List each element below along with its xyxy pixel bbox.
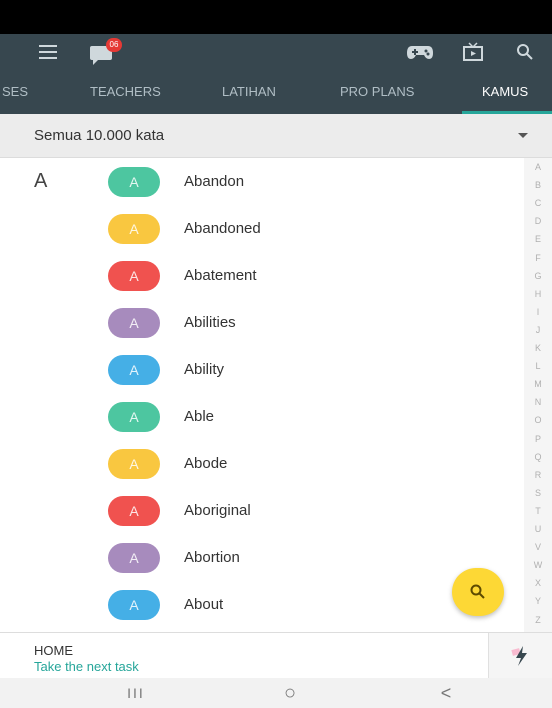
word-label: Abilities [184,314,236,331]
tab-pro-plans[interactable]: PRO PLANS [340,70,414,114]
tab-kamus[interactable]: KAMUS [482,70,528,114]
alphabet-index-letter[interactable]: R [524,470,552,480]
recents-button[interactable]: III [118,682,154,704]
word-list: A Abandon A Abandoned A Abatement A Abil… [0,158,520,632]
alphabet-index-letter[interactable]: Z [524,615,552,625]
alphabet-index-letter[interactable]: L [524,361,552,371]
word-label: Abatement [184,267,257,284]
system-navigation-bar: III ○ < [0,678,552,708]
search-icon[interactable] [510,40,540,64]
alphabet-index-letter[interactable]: C [524,198,552,208]
list-item[interactable]: A Ability [0,346,520,393]
alphabet-index-letter[interactable]: E [524,234,552,244]
alphabet-index-letter[interactable]: D [524,216,552,226]
menu-icon[interactable] [30,40,66,64]
word-label: Aboriginal [184,502,251,519]
alphabet-index-letter[interactable]: U [524,524,552,534]
word-label: Abortion [184,549,240,566]
gamepad-icon[interactable] [400,40,440,64]
list-item[interactable]: A Abandoned [0,205,520,252]
avatar: A [108,261,160,291]
list-item[interactable]: A Abatement [0,252,520,299]
app-bar: 06 [0,34,552,70]
alphabet-index-letter[interactable]: M [524,379,552,389]
tab-courses[interactable]: SES [2,70,28,114]
avatar: A [108,355,160,385]
word-label: About [184,596,224,613]
word-label: Abode [184,455,228,472]
tv-icon[interactable] [458,40,488,64]
notification-badge: 06 [106,38,122,52]
list-item[interactable]: A Abilities [0,299,520,346]
list-item[interactable]: A Able [0,393,520,440]
alphabet-index-letter[interactable]: W [524,560,552,570]
back-button[interactable]: < [428,682,464,704]
alphabet-index-letter[interactable]: P [524,434,552,444]
avatar: A [108,214,160,244]
alphabet-index-letter[interactable]: A [524,162,552,172]
alphabet-index-letter[interactable]: J [524,325,552,335]
alphabet-index-scrollbar[interactable]: ABCDEFGHIJKLMNOPQRSTUVWXYZ [524,158,552,632]
lightning-bolt-icon [510,646,527,666]
alphabet-index-letter[interactable]: F [524,253,552,263]
chevron-down-icon [518,133,528,138]
word-filter-dropdown[interactable]: Semua 10.000 kata [0,114,552,158]
alphabet-index-letter[interactable]: Y [524,596,552,606]
alphabet-index-letter[interactable]: Q [524,452,552,462]
alphabet-index-letter[interactable]: I [524,307,552,317]
avatar: A [108,167,160,197]
avatar: A [108,308,160,338]
alphabet-index-letter[interactable]: T [524,506,552,516]
alphabet-index-letter[interactable]: S [524,488,552,498]
tab-latihan[interactable]: LATIHAN [222,70,276,114]
word-label: Ability [184,361,225,378]
word-label: Abandon [184,173,245,190]
avatar: A [108,543,160,573]
alphabet-index-letter[interactable]: V [524,542,552,552]
list-item[interactable]: A Aboriginal [0,487,520,534]
next-task-link[interactable]: Take the next task [34,659,139,674]
search-fab-button[interactable] [452,568,504,616]
lightning-bolt-button[interactable] [488,633,552,679]
list-item[interactable]: A Abortion [0,534,520,581]
status-bar [0,0,552,34]
filter-selected-value: Semua 10.000 kata [34,127,165,144]
word-label: Abandoned [184,220,261,237]
alphabet-index-letter[interactable]: B [524,180,552,190]
alphabet-index-letter[interactable]: O [524,415,552,425]
list-item[interactable]: A Abandon [0,158,520,205]
search-icon [470,584,485,599]
list-item[interactable]: A Abode [0,440,520,487]
chat-icon[interactable]: 06 [86,38,126,68]
alphabet-index-letter[interactable]: N [524,397,552,407]
home-label: HOME [34,643,73,658]
alphabet-index-letter[interactable]: K [524,343,552,353]
alphabet-index-letter[interactable]: X [524,578,552,588]
bottom-task-bar: HOME Take the next task [0,632,552,679]
tab-teachers[interactable]: TEACHERS [90,70,161,114]
list-item[interactable]: A About [0,581,520,628]
alphabet-index-letter[interactable]: H [524,289,552,299]
word-label: Able [184,408,215,425]
avatar: A [108,590,160,620]
avatar: A [108,449,160,479]
avatar: A [108,496,160,526]
tab-bar: SES TEACHERS LATIHAN PRO PLANS KAMUS [0,70,552,114]
avatar: A [108,402,160,432]
alphabet-index-letter[interactable]: G [524,271,552,281]
home-nav-button[interactable]: ○ [270,682,310,704]
